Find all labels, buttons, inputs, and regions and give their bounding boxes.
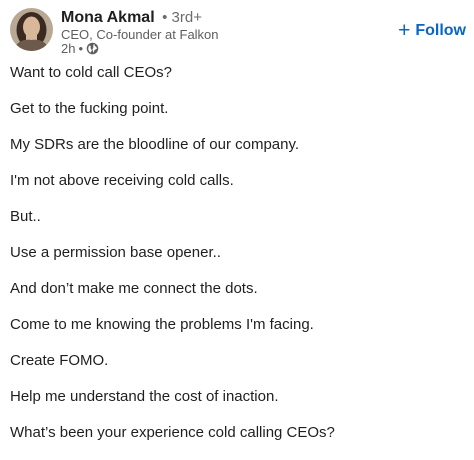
author-name[interactable]: Mona Akmal <box>61 9 155 26</box>
connection-degree: • 3rd+ <box>162 9 202 26</box>
meta-separator: • <box>78 41 84 56</box>
post-line: My SDRs are the bloodline of our company… <box>10 136 300 153</box>
globe-icon <box>86 42 99 55</box>
post-line: And don’t make me connect the dots. <box>10 280 258 297</box>
post-line: What’s been your experience cold calling… <box>10 424 335 441</box>
author-headline: CEO, Co-founder at Falkon <box>61 27 219 42</box>
post-line: Come to me knowing the problems I'm faci… <box>10 316 314 333</box>
post-body: Want to cold call CEOs? Get to the fucki… <box>10 64 466 460</box>
follow-button[interactable]: + Follow <box>398 19 466 42</box>
post-line: Get to the fucking point. <box>10 100 169 117</box>
post-line: Create FOMO. <box>10 352 109 369</box>
post-line: I'm not above receiving cold calls. <box>10 172 234 189</box>
post-line: Want to cold call CEOs? <box>10 64 173 81</box>
plus-icon: + <box>398 19 411 42</box>
post-header: Mona Akmal • 3rd+ CEO, Co-founder at Fal… <box>0 0 474 60</box>
post-line: Use a permission base opener.. <box>10 244 221 261</box>
post-line: Help me understand the cost of inaction. <box>10 388 279 405</box>
author-name-row: Mona Akmal • 3rd+ <box>61 9 202 27</box>
follow-label: Follow <box>415 22 466 39</box>
post-line: But.. <box>10 208 41 225</box>
post-meta: 2h • <box>61 41 99 56</box>
avatar[interactable] <box>10 8 53 51</box>
post-time: 2h <box>61 41 76 56</box>
